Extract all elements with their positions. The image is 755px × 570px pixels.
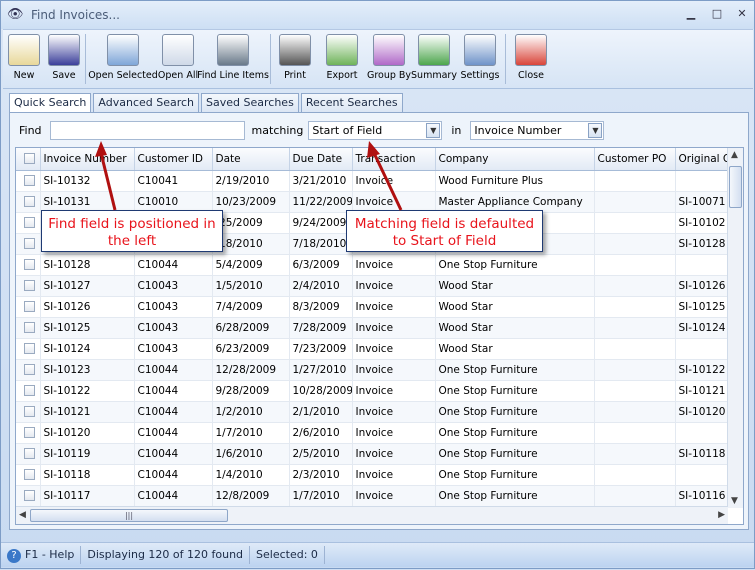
selected-count: Selected: 0: [250, 546, 325, 564]
status-bar: ? F1 - Help Displaying 120 of 120 found S…: [1, 542, 754, 567]
arrow-head: [95, 141, 107, 157]
arrow-to-find: [99, 152, 117, 211]
help-icon: ?: [7, 549, 21, 563]
find-invoices-window: 👁 Find Invoices... ▁ □ ✕ New Save Open Sel…: [0, 0, 755, 569]
help-item[interactable]: ? F1 - Help: [1, 546, 82, 564]
callout-arrows: [95, 141, 403, 211]
arrow-head: [367, 141, 380, 158]
display-count: Displaying 120 of 120 found: [81, 546, 251, 564]
arrow-to-matching: [372, 152, 403, 211]
